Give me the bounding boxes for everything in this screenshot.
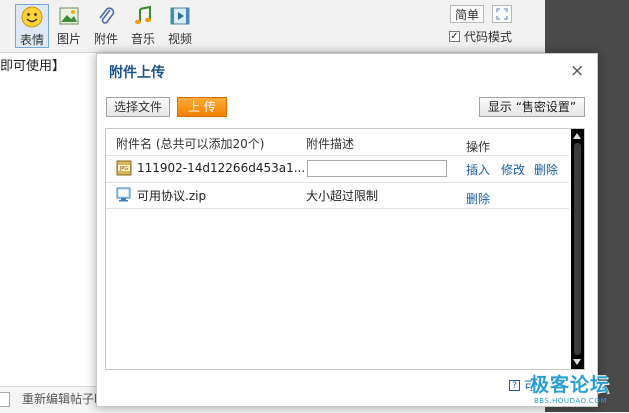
- fullscreen-button[interactable]: [492, 5, 512, 23]
- emoji-button-label: 表情: [19, 33, 44, 47]
- paperclip-icon: [95, 5, 117, 27]
- fullscreen-icon: [496, 8, 508, 23]
- file-name: 可用协议.zip: [137, 189, 207, 203]
- site-watermark-logo: 极客论坛 BBS.HOUDAO.COM: [530, 370, 626, 408]
- header-description: 附件描述: [306, 137, 355, 151]
- video-button-label: 视频: [167, 32, 192, 46]
- description-input[interactable]: [307, 160, 447, 177]
- svg-text:JPG: JPG: [119, 166, 128, 172]
- attachment-list-header: 附件名 (总共可以添加20个) 附件描述 操作: [106, 129, 569, 156]
- watermark-url: BBS.HOUDAO.COM: [534, 397, 607, 405]
- notice-checkbox[interactable]: [0, 392, 10, 407]
- image-button[interactable]: 图片: [52, 4, 86, 48]
- zip-file-icon: [116, 186, 132, 202]
- show-settings-button[interactable]: 显示 “售密设置”: [479, 97, 585, 117]
- smiley-icon: [21, 6, 43, 28]
- dialog-title: 附件上传: [109, 65, 165, 81]
- editor-toolbar: 表情 图片 附件 音乐 视频 简单 ✓ 代码模式: [0, 0, 545, 53]
- header-action: 操作: [466, 140, 491, 154]
- file-status: 大小超过限制: [306, 189, 379, 203]
- help-icon: ?: [509, 380, 520, 391]
- code-mode-checkbox[interactable]: ✓: [449, 31, 460, 42]
- close-icon[interactable]: ×: [570, 62, 584, 80]
- insert-link[interactable]: 插入: [466, 161, 490, 178]
- simple-mode-button[interactable]: 简单: [450, 5, 484, 23]
- upload-button[interactable]: 上 传: [177, 97, 227, 117]
- music-button-label: 音乐: [130, 32, 155, 46]
- code-mode-label: 代码模式: [464, 30, 513, 44]
- vertical-scrollbar[interactable]: [571, 129, 584, 369]
- scroll-thumb[interactable]: [574, 143, 581, 355]
- file-name: 111902-14d12266d453a1...: [137, 161, 306, 175]
- header-file-name: 附件名 (总共可以添加20个): [116, 137, 265, 151]
- attachment-upload-dialog: 附件上传 × 选择文件 上 传 显示 “售密设置” 附件名 (总共可以添加20个…: [96, 53, 598, 407]
- image-button-label: 图片: [56, 32, 81, 46]
- code-mode-toggle[interactable]: ✓ 代码模式: [449, 28, 512, 45]
- attachment-list: 附件名 (总共可以添加20个) 附件描述 操作 JPG 111902-14d12…: [105, 128, 585, 370]
- video-button[interactable]: 视频: [163, 4, 197, 48]
- scroll-down-icon[interactable]: [573, 359, 581, 365]
- emoji-button[interactable]: 表情: [15, 4, 49, 48]
- scroll-up-icon[interactable]: [573, 133, 581, 139]
- music-button[interactable]: 音乐: [126, 4, 160, 48]
- jpg-file-icon: JPG: [116, 160, 132, 176]
- delete-link[interactable]: 删除: [466, 190, 490, 207]
- editor-content-text: 即可使用】: [0, 59, 66, 74]
- table-row: 可用协议.zip 大小超过限制 删除: [106, 182, 569, 209]
- table-row: JPG 111902-14d12266d453a1... 插入 修改 删除: [106, 156, 569, 183]
- delete-link[interactable]: 删除: [534, 161, 558, 178]
- edit-link[interactable]: 修改: [501, 161, 525, 178]
- video-icon: [169, 5, 191, 27]
- music-note-icon: [132, 5, 154, 27]
- watermark-text: 极客论坛: [530, 374, 611, 396]
- image-icon: [58, 5, 80, 27]
- attachment-button[interactable]: 附件: [89, 4, 123, 48]
- select-file-button[interactable]: 选择文件: [106, 97, 170, 117]
- attachment-button-label: 附件: [93, 32, 118, 46]
